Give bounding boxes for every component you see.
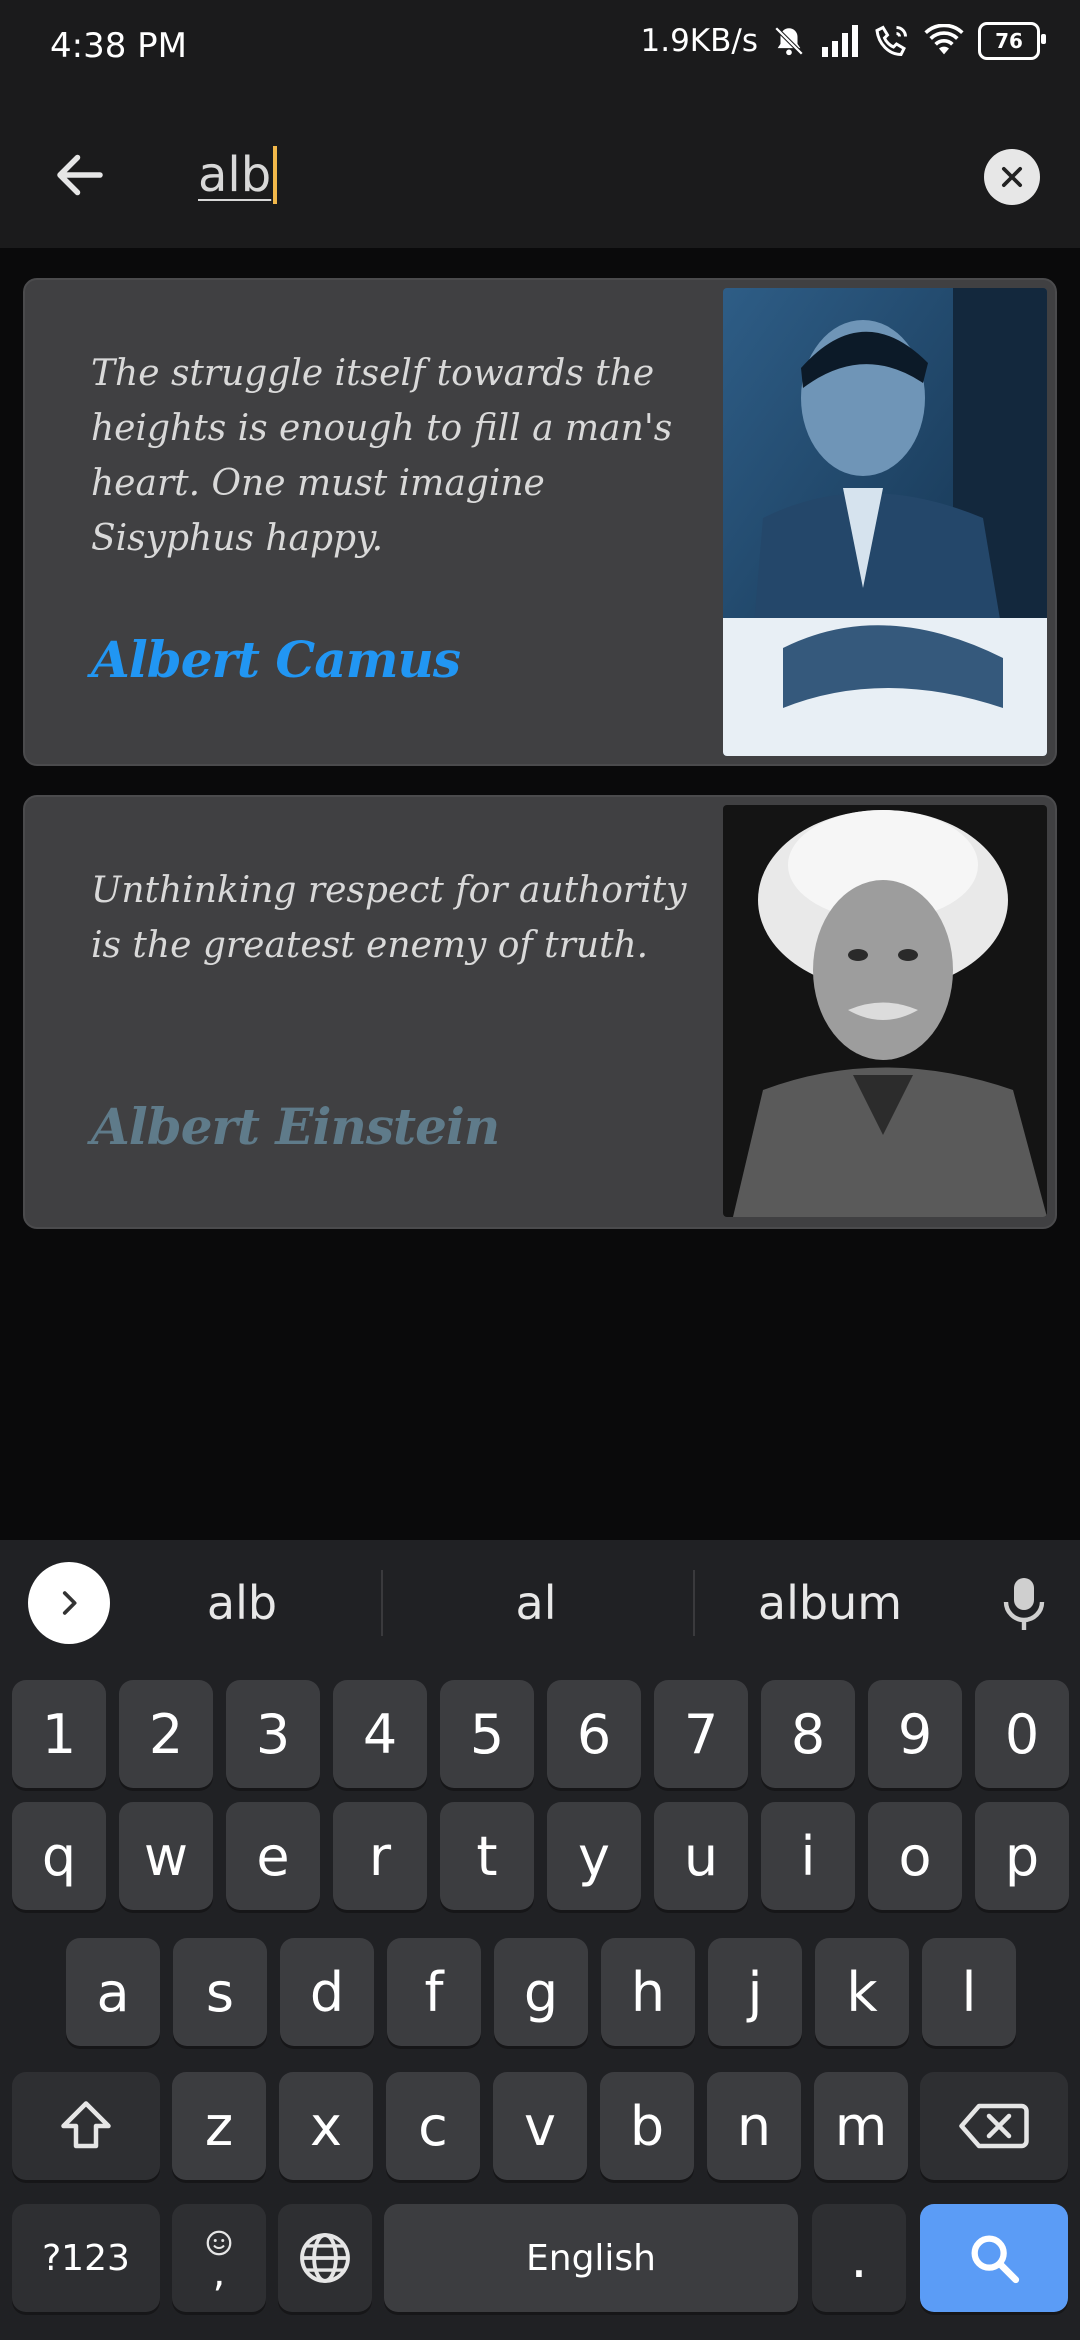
wifi-call-icon [875, 25, 907, 57]
key-z[interactable]: z [172, 2072, 266, 2180]
status-bar: 4:38 PM 1.9KB/s 76 [0, 0, 1080, 100]
search-icon [971, 2235, 1020, 2284]
wifi-icon [924, 24, 964, 55]
key-a[interactable]: a [66, 1938, 160, 2046]
quote-text: Unthinking respect for authority is the … [91, 870, 687, 966]
backspace-key[interactable] [920, 2072, 1068, 2180]
status-icons: 1.9KB/s 76 [640, 22, 1046, 60]
key-w[interactable]: w [119, 1802, 213, 1910]
quote-card[interactable]: The struggle itself towards the heights … [23, 278, 1057, 766]
key-3[interactable]: 3 [226, 1680, 320, 1788]
close-icon [1001, 166, 1023, 188]
key-0[interactable]: 0 [975, 1680, 1069, 1788]
quote-text: The struggle itself towards the heights … [91, 353, 673, 559]
suggestion-divider [381, 1570, 383, 1636]
microphone-icon [1003, 1578, 1045, 1630]
suggestion-2[interactable]: al [436, 1568, 636, 1638]
quote-author: Albert Camus [91, 630, 461, 689]
language-key[interactable] [278, 2204, 372, 2312]
network-speed: 1.9KB/s [640, 23, 759, 59]
globe-icon [300, 2233, 350, 2283]
text-cursor [273, 146, 278, 204]
key-r[interactable]: r [333, 1802, 427, 1910]
emoji-comma-key[interactable]: , [172, 2204, 266, 2312]
search-query: alb [198, 147, 272, 203]
search-input[interactable]: alb [198, 140, 938, 210]
key-f[interactable]: f [387, 1938, 481, 2046]
status-time: 4:38 PM [50, 26, 187, 66]
key-c[interactable]: c [386, 2072, 480, 2180]
microphone-button[interactable] [1000, 1574, 1048, 1634]
key-d[interactable]: d [280, 1938, 374, 2046]
search-bar: alb [0, 100, 1080, 248]
key-6[interactable]: 6 [547, 1680, 641, 1788]
author-portrait [723, 805, 1047, 1217]
key-q[interactable]: q [12, 1802, 106, 1910]
key-j[interactable]: j [708, 1938, 802, 2046]
mute-bell-icon [774, 26, 804, 56]
key-8[interactable]: 8 [761, 1680, 855, 1788]
back-button[interactable] [50, 145, 110, 205]
backspace-icon [959, 2103, 1029, 2149]
quote-author: Albert Einstein [91, 1097, 500, 1156]
battery-icon: 76 [978, 22, 1046, 60]
suggestion-strip: alb al album [0, 1540, 1080, 1666]
key-4[interactable]: 4 [333, 1680, 427, 1788]
key-5[interactable]: 5 [440, 1680, 534, 1788]
key-h[interactable]: h [601, 1938, 695, 2046]
key-y[interactable]: y [547, 1802, 641, 1910]
key-l[interactable]: l [922, 1938, 1016, 2046]
clear-search-button[interactable] [984, 149, 1040, 205]
key-v[interactable]: v [493, 2072, 587, 2180]
space-key[interactable]: English [384, 2204, 798, 2312]
key-m[interactable]: m [814, 2072, 908, 2180]
key-n[interactable]: n [707, 2072, 801, 2180]
key-b[interactable]: b [600, 2072, 694, 2180]
arrow-left-icon [57, 154, 103, 196]
symbols-key[interactable]: ?123 [12, 2204, 160, 2312]
expand-toolbar-button[interactable] [28, 1562, 110, 1644]
signal-icon [822, 25, 858, 57]
chevron-right-icon [62, 1591, 77, 1615]
key-t[interactable]: t [440, 1802, 534, 1910]
shift-icon [61, 2101, 111, 2149]
author-portrait [723, 288, 1047, 756]
period-key[interactable]: . [812, 2204, 906, 2312]
key-7[interactable]: 7 [654, 1680, 748, 1788]
keyboard: alb al album 1234567890 qwertyuiop asdfg… [0, 1540, 1080, 2340]
key-g[interactable]: g [494, 1938, 588, 2046]
key-k[interactable]: k [815, 1938, 909, 2046]
comma-label: , [212, 2250, 226, 2296]
key-9[interactable]: 9 [868, 1680, 962, 1788]
key-p[interactable]: p [975, 1802, 1069, 1910]
shift-key[interactable] [12, 2072, 160, 2180]
search-key[interactable] [920, 2204, 1068, 2312]
key-e[interactable]: e [226, 1802, 320, 1910]
key-x[interactable]: x [279, 2072, 373, 2180]
key-s[interactable]: s [173, 1938, 267, 2046]
key-2[interactable]: 2 [119, 1680, 213, 1788]
key-i[interactable]: i [761, 1802, 855, 1910]
suggestion-3[interactable]: album [730, 1568, 930, 1638]
key-1[interactable]: 1 [12, 1680, 106, 1788]
suggestion-divider [693, 1570, 695, 1636]
suggestion-1[interactable]: alb [142, 1568, 342, 1638]
quote-card[interactable]: Unthinking respect for authority is the … [23, 795, 1057, 1229]
key-o[interactable]: o [868, 1802, 962, 1910]
key-u[interactable]: u [654, 1802, 748, 1910]
